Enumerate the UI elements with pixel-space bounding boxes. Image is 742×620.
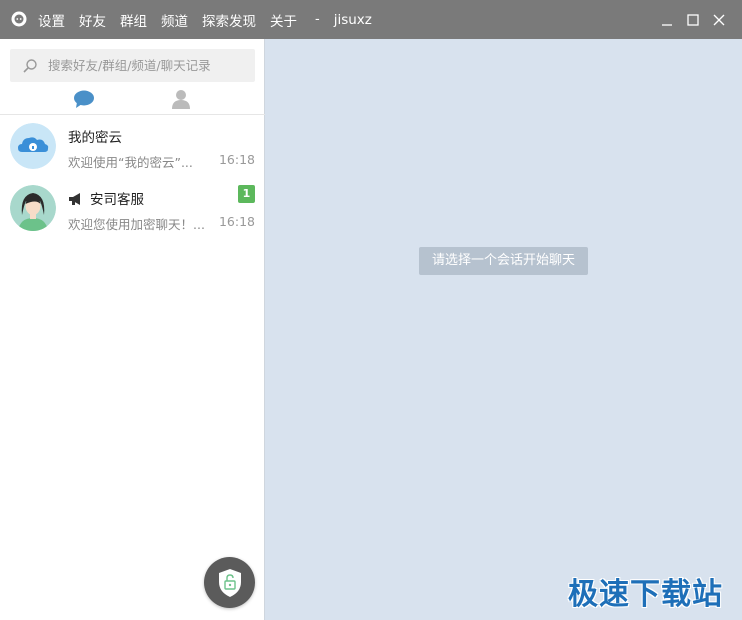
search-input[interactable] — [46, 57, 255, 74]
conversation-item[interactable]: 安司客服 1 欢迎您使用加密聊天！... 16:18 — [0, 177, 265, 239]
conversation-time: 16:18 — [218, 214, 255, 229]
menu-channels[interactable]: 频道 — [161, 10, 188, 30]
woman-avatar — [10, 185, 56, 231]
watermark: 极速下载站 — [568, 577, 723, 612]
conversation-item[interactable]: 我的密云 欢迎使用“我的密云”... 16:18 — [0, 115, 265, 177]
conversation-time: 16:18 — [218, 152, 255, 167]
chat-area: 请选择一个会话开始聊天 极速下载站 — [266, 39, 742, 620]
cloud-lock-icon — [10, 123, 56, 169]
conversation-name: 安司客服 — [68, 188, 144, 208]
person-icon — [172, 90, 190, 109]
menu-about[interactable]: 关于 — [270, 10, 297, 30]
menu-bar: 设置 好友 群组 频道 探索发现 关于 - jisuxz — [38, 10, 372, 30]
menu-settings[interactable]: 设置 — [38, 10, 65, 30]
search-icon — [22, 58, 38, 74]
menu-friends[interactable]: 好友 — [79, 10, 106, 30]
minimize-icon[interactable] — [654, 7, 680, 33]
sidebar-tabs — [0, 85, 265, 115]
title-separator: - — [315, 12, 320, 27]
unread-badge: 1 — [238, 185, 255, 203]
conversation-name: 我的密云 — [68, 130, 122, 146]
shield-lock-icon — [218, 568, 241, 597]
tab-contacts[interactable] — [169, 89, 193, 109]
maximize-icon[interactable] — [680, 7, 706, 33]
app-logo-icon[interactable] — [10, 11, 28, 29]
megaphone-icon — [69, 193, 80, 205]
tab-chats[interactable] — [72, 89, 96, 109]
window-controls — [654, 0, 732, 39]
sidebar: 我的密云 欢迎使用“我的密云”... 16:18 安司客服 1 欢迎您使用加密聊… — [0, 39, 265, 620]
username-label: jisuxz — [333, 11, 372, 28]
search-box — [10, 49, 255, 82]
conversation-name-text: 安司客服 — [90, 192, 144, 208]
chat-bubble-icon — [74, 90, 94, 108]
conversation-preview: 欢迎您使用加密聊天！... — [68, 217, 205, 232]
menu-explore[interactable]: 探索发现 — [202, 10, 256, 30]
empty-state-hint: 请选择一个会话开始聊天 — [419, 247, 589, 275]
conversation-preview: 欢迎使用“我的密云”... — [68, 155, 193, 170]
encryption-lock-button[interactable] — [204, 557, 255, 608]
title-bar: 设置 好友 群组 频道 探索发现 关于 - jisuxz — [0, 0, 742, 39]
close-icon[interactable] — [706, 7, 732, 33]
menu-groups[interactable]: 群组 — [120, 10, 147, 30]
